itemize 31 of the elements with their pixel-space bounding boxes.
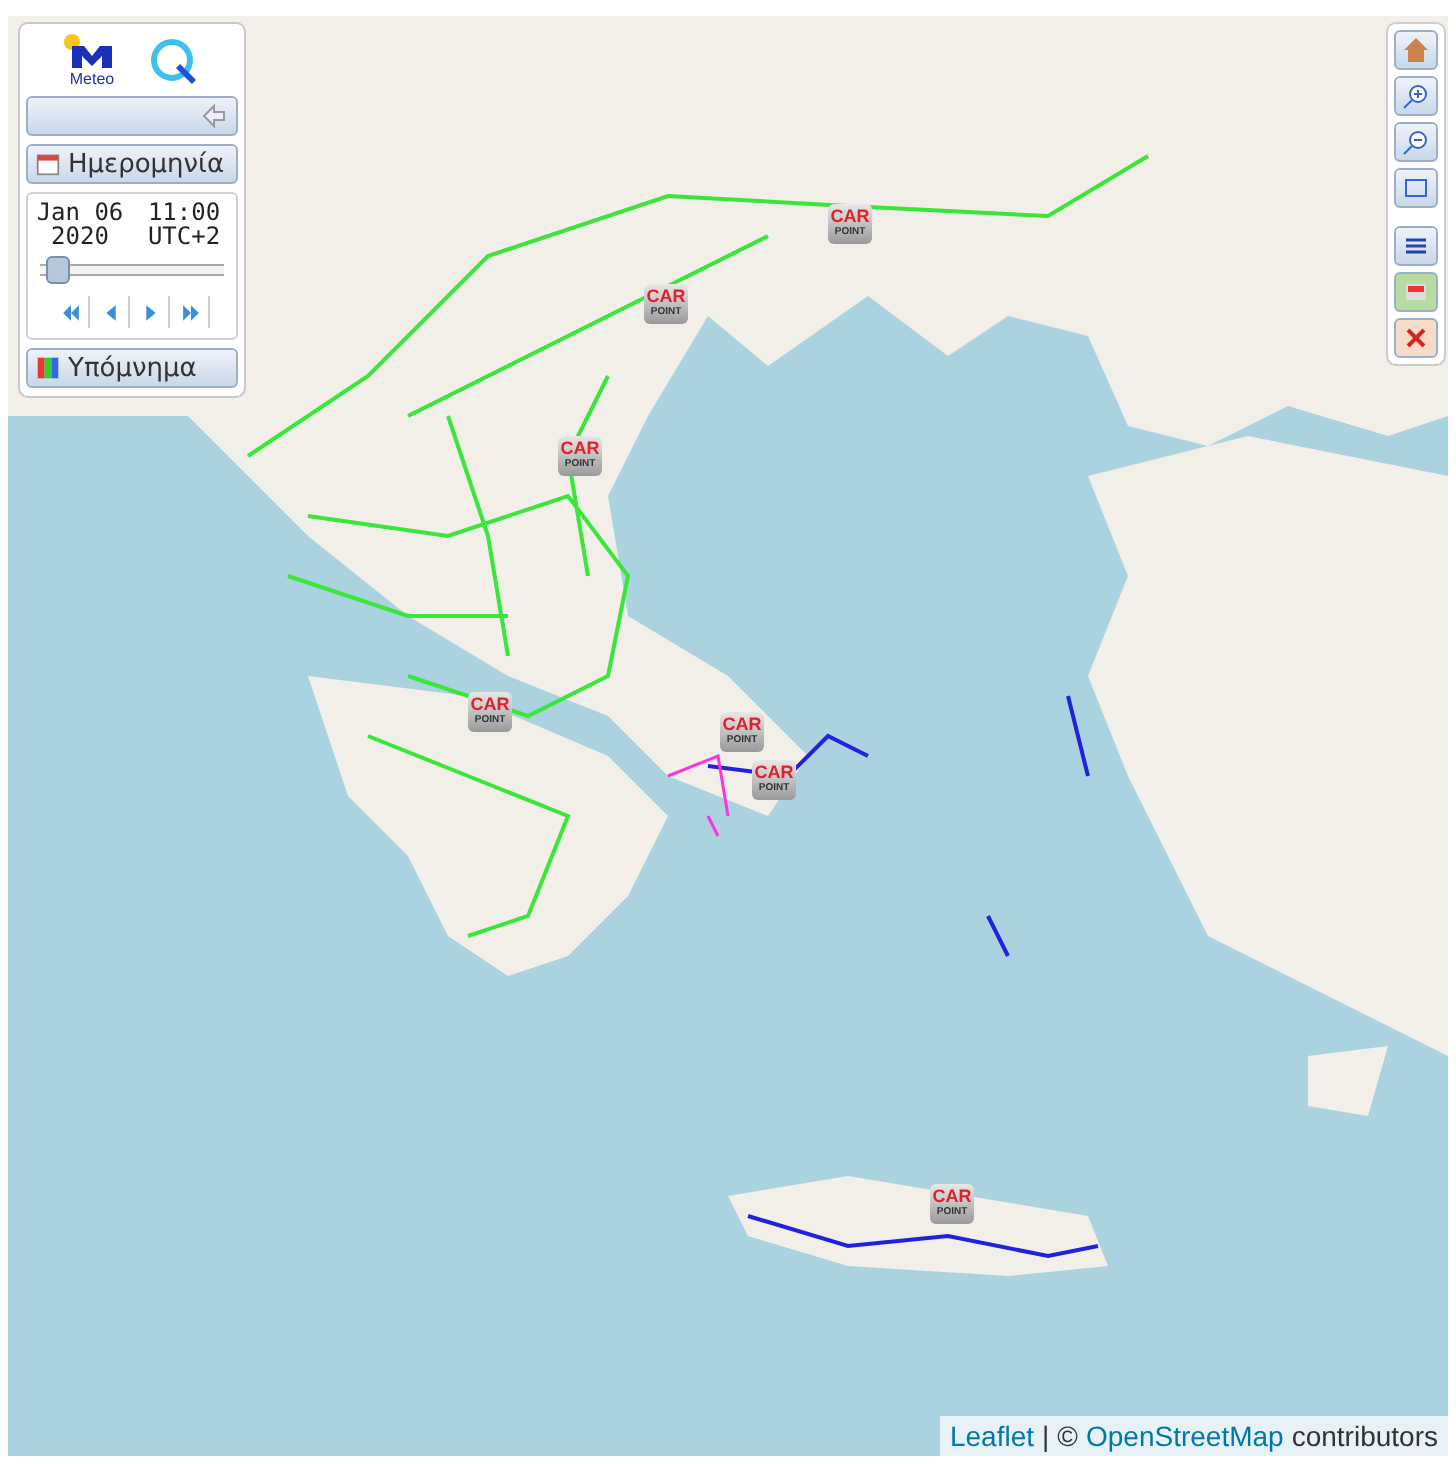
zoom-out-icon	[1402, 128, 1430, 156]
logo-text: Meteo	[69, 70, 115, 88]
double-right-arrow-icon	[180, 301, 202, 323]
home-button[interactable]	[1394, 30, 1438, 70]
date-button[interactable]: Ημερομηνία	[26, 144, 238, 184]
badge-icon	[1402, 278, 1430, 306]
date-text: Jan 06 2020	[36, 200, 124, 248]
contributors-text: contributors	[1291, 1420, 1438, 1452]
double-left-arrow-icon	[60, 301, 82, 323]
collapse-button[interactable]	[26, 96, 238, 136]
copyright-text: ©	[1057, 1420, 1078, 1452]
back-arrow-icon	[200, 102, 228, 130]
layers-button[interactable]	[1394, 226, 1438, 266]
time-text: 11:00 UTC+2	[145, 200, 223, 248]
zoom-out-button[interactable]	[1394, 122, 1438, 162]
marker-toggle-button[interactable]	[1394, 272, 1438, 312]
zoom-in-icon	[1402, 82, 1430, 110]
cross-icon	[1402, 324, 1430, 352]
openstreetmap-link[interactable]: OpenStreetMap	[1086, 1420, 1284, 1452]
legend-button[interactable]: Υπόμνημα	[26, 348, 238, 388]
separator-text: |	[1042, 1420, 1050, 1452]
q-logo-icon	[148, 35, 200, 87]
clear-button[interactable]	[1394, 318, 1438, 358]
slider-thumb[interactable]	[45, 256, 70, 284]
frame-icon	[1402, 174, 1430, 202]
calendar-icon	[36, 152, 60, 176]
leaflet-link[interactable]: Leaflet	[949, 1420, 1035, 1452]
home-icon	[1402, 36, 1430, 64]
zoom-in-button[interactable]	[1394, 76, 1438, 116]
color-bar-icon	[36, 356, 60, 380]
full-extent-button[interactable]	[1394, 168, 1438, 208]
